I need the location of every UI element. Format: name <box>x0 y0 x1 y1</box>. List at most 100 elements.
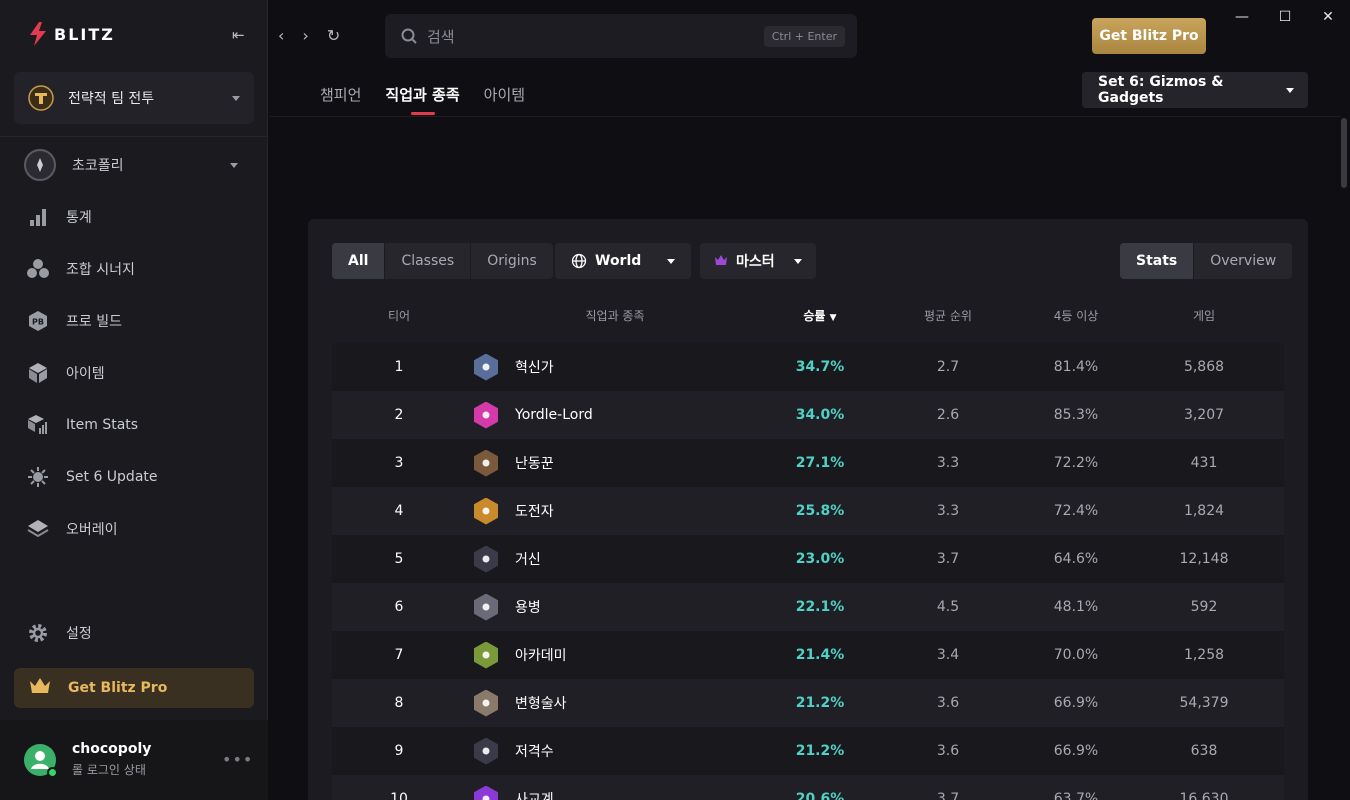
sidebar-item-label: Set 6 Update <box>66 469 158 485</box>
master-rank-icon <box>715 255 727 265</box>
trait-icon <box>474 641 498 669</box>
top4-cell: 81.4% <box>1053 359 1099 375</box>
more-options-icon[interactable]: ••• <box>222 750 253 769</box>
tier-cell: 9 <box>394 743 404 759</box>
overlay-icon <box>26 517 50 541</box>
sidebar-item-set6-update[interactable]: Set 6 Update <box>14 456 254 498</box>
header-winrate-label: 승률 <box>803 309 826 323</box>
back-icon[interactable]: ‹ <box>278 26 284 45</box>
minimize-icon[interactable]: — <box>1230 6 1254 28</box>
tier-cell: 7 <box>394 647 404 663</box>
header-games[interactable]: 게임 <box>1154 307 1254 324</box>
table-row[interactable]: 2 Yordle-Lord 34.0% 2.6 85.3% 3,207 <box>332 391 1284 439</box>
avg-place-cell: 3.4 <box>936 647 960 663</box>
close-icon[interactable]: ✕ <box>1316 6 1340 28</box>
header-winrate[interactable]: 승률 ▼ <box>770 307 870 324</box>
tier-cell: 2 <box>394 407 404 423</box>
table-row[interactable]: 10 사교계 20.6% 3.7 63.7% 16,630 <box>332 775 1284 800</box>
pro-build-icon: PB <box>26 309 50 333</box>
trait-type-filter: All Classes Origins <box>332 243 553 279</box>
table-row[interactable]: 7 아카데미 21.4% 3.4 70.0% 1,258 <box>332 631 1284 679</box>
filter-classes-button[interactable]: Classes <box>385 243 472 279</box>
avg-place-cell: 4.5 <box>936 599 960 615</box>
winrate-cell: 34.7% <box>795 359 845 375</box>
avatar[interactable] <box>24 744 58 778</box>
games-cell: 16,630 <box>1179 791 1229 800</box>
sidebar-item-overlay[interactable]: 오버레이 <box>14 508 254 550</box>
table-row[interactable]: 5 거신 23.0% 3.7 64.6% 12,148 <box>332 535 1284 583</box>
app-name: BLITZ <box>54 24 115 44</box>
tab-divider <box>270 116 1340 117</box>
trait-name: 혁신가 <box>515 360 554 376</box>
trait-name: 변형술사 <box>515 696 567 712</box>
top4-cell: 72.2% <box>1053 455 1099 471</box>
table-row[interactable]: 4 도전자 25.8% 3.3 72.4% 1,824 <box>332 487 1284 535</box>
trait-icon <box>474 689 498 717</box>
avg-place-cell: 2.7 <box>936 359 960 375</box>
search-input[interactable]: 검색 <box>427 26 764 47</box>
trait-cell: 난동꾼 <box>474 439 774 487</box>
filter-all-button[interactable]: All <box>332 243 386 279</box>
sidebar-item-items[interactable]: 아이템 <box>14 352 254 394</box>
sidebar-get-pro-button[interactable]: Get Blitz Pro <box>14 668 254 708</box>
game-selector[interactable]: 전략적 팀 전투 <box>14 72 254 124</box>
table-row[interactable]: 9 저격수 21.2% 3.6 66.9% 638 <box>332 727 1284 775</box>
rank-dropdown[interactable]: 마스터 <box>700 243 816 279</box>
table-row[interactable]: 1 혁신가 34.7% 2.7 81.4% 5,868 <box>332 343 1284 391</box>
trait-icon <box>474 785 498 800</box>
sidebar-item-stats[interactable]: 통계 <box>14 196 254 238</box>
scrollbar[interactable] <box>1341 118 1347 188</box>
header-avg-place[interactable]: 평균 순위 <box>898 307 998 324</box>
blitz-logo[interactable]: BLITZ <box>28 22 115 46</box>
set-selector[interactable]: Set 6: Gizmos & Gadgets <box>1082 72 1308 108</box>
header-top4[interactable]: 4등 이상 <box>1026 307 1126 324</box>
header-trait-name[interactable]: 직업과 종족 <box>532 307 698 324</box>
tier-cell: 8 <box>394 695 404 711</box>
filter-origins-button[interactable]: Origins <box>471 243 553 279</box>
tab-traits[interactable]: 직업과 종족 <box>385 84 460 115</box>
tft-icon <box>28 85 54 111</box>
item-box-icon <box>26 361 50 385</box>
search-bar[interactable]: 검색 Ctrl + Enter <box>385 14 857 58</box>
sidebar: BLITZ ⇤ 전략적 팀 전투 초코폴리 통계 조합 시너지 PB 프로 빌드 <box>0 0 268 800</box>
table-row[interactable]: 8 변형술사 21.2% 3.6 66.9% 54,379 <box>332 679 1284 727</box>
tier-cell: 5 <box>394 551 404 567</box>
tier-cell: 10 <box>390 791 408 800</box>
trait-name: 아카데미 <box>515 648 567 664</box>
tier-cell: 3 <box>394 455 404 471</box>
collapse-sidebar-icon[interactable]: ⇤ <box>232 26 245 44</box>
synergy-icon <box>26 257 50 281</box>
trait-cell: 혁신가 <box>474 343 774 391</box>
view-overview-button[interactable]: Overview <box>1194 243 1293 279</box>
view-stats-button[interactable]: Stats <box>1120 243 1195 279</box>
sidebar-item-label: 통계 <box>66 210 92 226</box>
winrate-cell: 27.1% <box>795 455 845 471</box>
region-dropdown[interactable]: World <box>555 243 691 279</box>
header-tier[interactable]: 티어 <box>332 307 466 324</box>
tab-champions[interactable]: 챔피언 <box>320 84 361 115</box>
table-row[interactable]: 3 난동꾼 27.1% 3.3 72.2% 431 <box>332 439 1284 487</box>
forward-icon[interactable]: › <box>302 26 308 45</box>
trait-name: 난동꾼 <box>515 456 554 472</box>
trait-icon <box>474 449 498 477</box>
top4-cell: 66.9% <box>1053 695 1099 711</box>
trait-icon <box>474 497 498 525</box>
get-pro-label: Get Blitz Pro <box>68 680 168 696</box>
sidebar-item-pro-build[interactable]: PB 프로 빌드 <box>14 300 254 342</box>
sidebar-item-profile[interactable]: 초코폴리 <box>14 144 254 186</box>
bar-chart-icon <box>26 205 50 229</box>
sidebar-item-synergy[interactable]: 조합 시너지 <box>14 248 254 290</box>
sidebar-item-label: 오버레이 <box>66 522 118 538</box>
trait-name: 거신 <box>515 552 541 568</box>
top4-cell: 70.0% <box>1053 647 1099 663</box>
sidebar-item-settings[interactable]: 설정 <box>14 612 254 654</box>
user-panel: chocopoly 롤 로그인 상태 ••• <box>0 720 268 800</box>
top4-cell: 64.6% <box>1053 551 1099 567</box>
trait-icon <box>474 353 498 381</box>
tab-items[interactable]: 아이템 <box>484 84 525 115</box>
table-row[interactable]: 6 용병 22.1% 4.5 48.1% 592 <box>332 583 1284 631</box>
get-pro-button[interactable]: Get Blitz Pro <box>1092 18 1206 54</box>
refresh-icon[interactable]: ↻ <box>327 26 340 45</box>
maximize-icon[interactable]: ☐ <box>1273 6 1297 28</box>
sidebar-item-item-stats[interactable]: Item Stats <box>14 404 254 446</box>
